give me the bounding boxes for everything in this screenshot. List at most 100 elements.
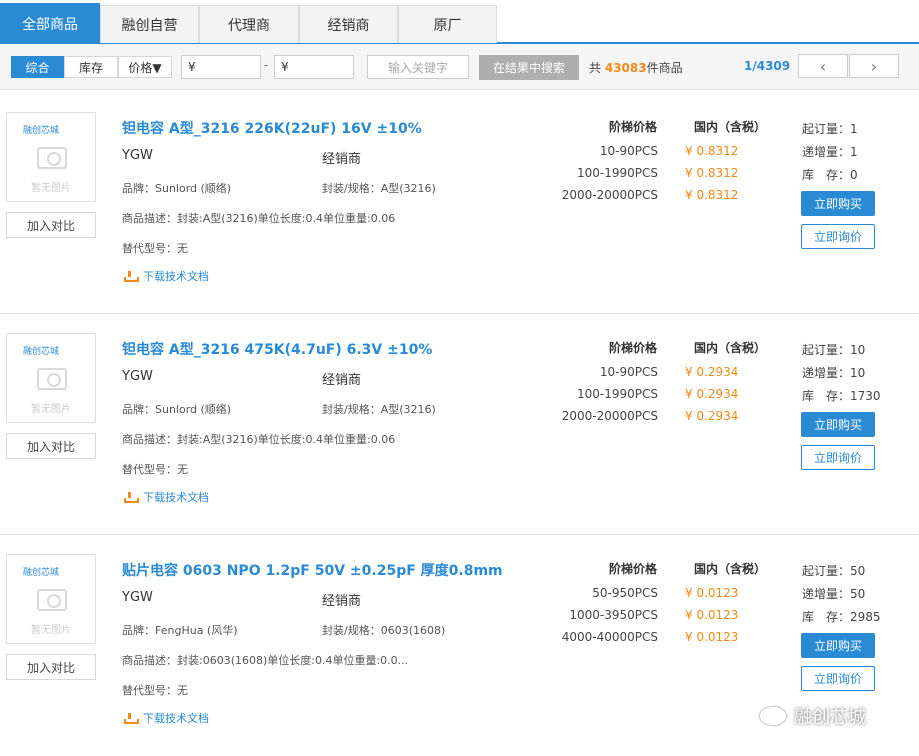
manufacturer-code: YGW [122,148,153,163]
download-icon [124,491,139,503]
product-image[interactable]: 融创芯城 暂无图片 [6,112,96,202]
inquire-button[interactable]: 立即询价 [801,666,875,691]
seller-type: 经销商 [322,152,362,167]
tier-price-header: 阶梯价格 [609,562,658,576]
download-label: 下载技术文档 [143,491,209,504]
domestic-price-header: 国内（含税） [694,562,767,576]
logo-placeholder: 融创芯城 [23,568,60,578]
inquire-button[interactable]: 立即询价 [801,224,875,249]
tier-price-header: 阶梯价格 [609,120,658,134]
product-alternative: 替代型号：无 [122,242,188,255]
tier-price: ¥ 0.8312 [685,166,739,180]
product-title-link[interactable]: 贴片电容 0603 NPO 1.2pF 50V ±0.25pF 厚度0.8mm [122,560,503,580]
tier-qty: 100-1990PCS [576,166,658,180]
buy-now-button[interactable]: 立即购买 [801,412,875,437]
manufacturer-code: YGW [122,369,153,384]
stock-info: 库 存：2985 [802,610,881,624]
tab-distributor[interactable]: 经销商 [299,5,398,43]
buy-now-button[interactable]: 立即购买 [801,191,875,216]
product-alternative: 替代型号：无 [122,684,188,697]
product-title-link[interactable]: 钽电容 A型_3216 475K(4.7uF) 6.3V ±10% [122,339,432,359]
search-in-results-button[interactable]: 在结果中搜索 [479,55,579,80]
tier-price-header: 阶梯价格 [609,341,658,355]
product-row: 融创芯城 暂无图片 加入对比 钽电容 A型_3216 475K(4.7uF) 6… [0,313,919,535]
no-image-text: 暂无图片 [31,183,71,194]
product-description: 商品描述：封装:A型(3216)单位长度:0.4单位重量:0.06 [122,433,396,446]
moq-info: 起订量：1 [802,122,858,136]
wechat-icon [760,707,786,725]
price-min-input[interactable]: ¥ [181,55,261,79]
next-page-button[interactable]: › [849,54,899,78]
download-icon [124,712,139,724]
tier-price: ¥ 0.2934 [685,365,739,379]
domestic-price-header: 国内（含税） [694,341,767,355]
product-image[interactable]: 融创芯城 暂无图片 [6,554,96,644]
sort-stock[interactable]: 库存 [64,56,118,78]
tab-manufacturer[interactable]: 原厂 [398,5,497,43]
tier-qty: 2000-20000PCS [561,188,658,202]
tier-qty: 10-90PCS [599,365,658,379]
product-brand: 品牌：Sunlord (顺络) [122,403,232,416]
watermark-text: 融创芯城 [794,707,866,728]
product-brand: 品牌：Sunlord (顺络) [122,182,232,195]
buy-now-button[interactable]: 立即购买 [801,633,875,658]
tab-agent[interactable]: 代理商 [199,5,299,43]
tier-price: ¥ 0.0123 [685,630,739,644]
download-datasheet-link[interactable]: 下载技术文档 [124,489,209,505]
camera-icon [37,147,67,169]
camera-icon [37,368,67,390]
product-description: 商品描述：封装:0603(1608)单位长度:0.4单位重量:0.0... [122,654,409,667]
product-alternative: 替代型号：无 [122,463,188,476]
sort-comprehensive[interactable]: 综合 [11,56,64,78]
tab-self-operated[interactable]: 融创自营 [100,5,199,43]
tier-price: ¥ 0.2934 [685,387,739,401]
wechat-watermark: 融创芯城 [760,703,866,729]
seller-type: 经销商 [322,373,362,388]
tier-qty: 50-950PCS [592,586,658,600]
download-datasheet-link[interactable]: 下载技术文档 [124,710,209,726]
filter-bar: 综合 库存 价格▼ ¥ - ¥ 输入关键字 在结果中搜索 共 43083件商品 … [0,44,919,90]
moq-info: 起订量：50 [802,564,866,578]
keyword-input[interactable]: 输入关键字 [367,55,469,79]
price-max-input[interactable]: ¥ [274,55,354,79]
no-image-text: 暂无图片 [31,625,71,636]
product-package: 封装/规格：A型(3216) [322,182,436,195]
tier-price: ¥ 0.8312 [685,144,739,158]
add-compare-button[interactable]: 加入对比 [6,433,96,459]
stock-info: 库 存：1730 [802,389,881,403]
download-label: 下载技术文档 [143,712,209,725]
tier-price: ¥ 0.2934 [685,409,739,423]
camera-icon [37,589,67,611]
no-image-text: 暂无图片 [31,404,71,415]
add-compare-button[interactable]: 加入对比 [6,654,96,680]
tier-price: ¥ 0.8312 [685,188,739,202]
tab-all-products[interactable]: 全部商品 [0,3,100,44]
prev-page-button[interactable]: ‹ [798,54,848,78]
tier-qty: 1000-3950PCS [569,608,658,622]
price-range-dash: - [264,58,269,72]
tier-qty: 4000-40000PCS [561,630,658,644]
step-info: 递增量：1 [802,145,858,159]
product-package: 封装/规格：0603(1608) [322,624,446,637]
logo-placeholder: 融创芯城 [23,126,60,136]
step-info: 递增量：10 [802,366,866,380]
stock-info: 库 存：0 [802,168,858,182]
product-brand: 品牌：FengHua (风华) [122,624,238,637]
logo-placeholder: 融创芯城 [23,347,60,357]
tier-qty: 100-1990PCS [576,387,658,401]
product-package: 封装/规格：A型(3216) [322,403,436,416]
sort-price[interactable]: 价格▼ [118,56,172,78]
product-row: 融创芯城 暂无图片 加入对比 钽电容 A型_3216 226K(22uF) 16… [0,92,919,314]
category-tabs: 全部商品 融创自营 代理商 经销商 原厂 [0,0,919,44]
download-icon [124,270,139,282]
moq-info: 起订量：10 [802,343,866,357]
product-title-link[interactable]: 钽电容 A型_3216 226K(22uF) 16V ±10% [122,118,422,138]
seller-type: 经销商 [322,594,362,609]
tier-qty: 2000-20000PCS [561,409,658,423]
product-image[interactable]: 融创芯城 暂无图片 [6,333,96,423]
tier-price: ¥ 0.0123 [685,586,739,600]
add-compare-button[interactable]: 加入对比 [6,212,96,238]
inquire-button[interactable]: 立即询价 [801,445,875,470]
download-datasheet-link[interactable]: 下载技术文档 [124,268,209,284]
tier-price: ¥ 0.0123 [685,608,739,622]
